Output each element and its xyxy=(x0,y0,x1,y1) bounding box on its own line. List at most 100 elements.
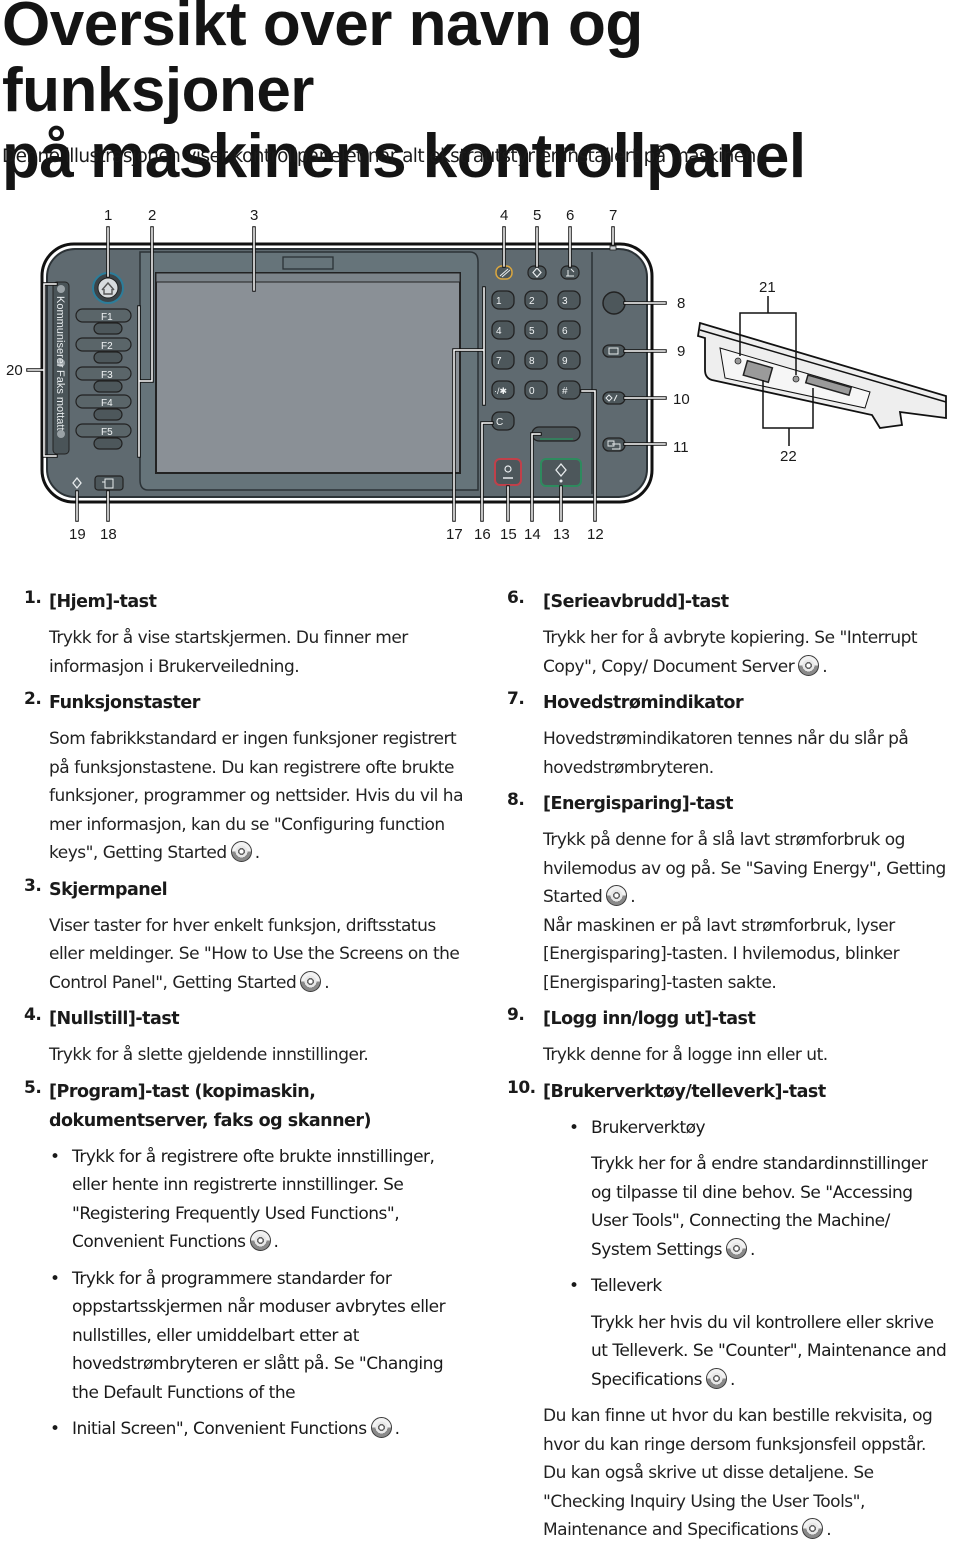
bullet-icon: • xyxy=(50,1268,60,1289)
callout-14: 14 xyxy=(524,526,541,543)
bullet-icon: • xyxy=(50,1419,60,1439)
svg-text:8: 8 xyxy=(529,356,535,367)
keypad-key[interactable]: 7 xyxy=(491,350,515,370)
callout-7: 7 xyxy=(609,207,617,224)
item-10-bullets: • Brukerverktøy xyxy=(507,1114,947,1143)
keypad-key[interactable]: 5 xyxy=(524,320,548,340)
item-5: 5. [Program]-tast (kopimaskin, dokuments… xyxy=(24,1078,469,1136)
item-number: 7. xyxy=(507,689,525,709)
callout-2: 2 xyxy=(148,207,156,224)
clear-key[interactable]: C xyxy=(491,411,515,431)
callout-6: 6 xyxy=(566,207,574,224)
item-2: 2. Funksjonstaster Som fabrikkstandard e… xyxy=(24,689,469,868)
cd-icon xyxy=(370,1417,392,1438)
item-4: 4. [Nullstill]-tast Trykk for å slette g… xyxy=(24,1005,469,1070)
panel-side-view xyxy=(696,321,947,429)
keypad-key[interactable]: 3 xyxy=(557,290,581,310)
subitem-description: Trykk her for å endre standardinnstillin… xyxy=(591,1154,928,1260)
callout-5: 5 xyxy=(533,207,541,224)
item-heading: [Program]-tast (kopimaskin, dokumentserv… xyxy=(49,1081,372,1131)
item-heading: [Serieavbrudd]-tast xyxy=(543,592,729,612)
svg-text:0: 0 xyxy=(529,386,535,397)
item-description-extra: Når maskinen er på lavt strømforbruk, ly… xyxy=(543,915,900,993)
callout-20: 20 xyxy=(6,362,23,379)
right-column: 6. [Serieavbrudd]-tast Trykk her for å a… xyxy=(507,588,947,1553)
item-number: 4. xyxy=(24,1005,42,1025)
keypad-key[interactable]: 9 xyxy=(557,350,581,370)
cd-icon xyxy=(798,654,820,676)
callout-21: 21 xyxy=(759,279,776,296)
callout-18: 18 xyxy=(100,526,117,543)
item-description: Som fabrikkstandard er ingen funksjoner … xyxy=(49,729,464,863)
home-key[interactable] xyxy=(97,277,119,299)
function-key-f1-label: F1 xyxy=(101,312,113,323)
cd-icon xyxy=(802,1518,824,1539)
keypad-key[interactable]: 2 xyxy=(524,290,548,310)
callout-11: 11 xyxy=(673,439,689,456)
svg-text:1: 1 xyxy=(496,296,502,307)
media-indicator-led-right xyxy=(792,375,800,383)
login-logout-key[interactable] xyxy=(602,344,626,358)
keypad-key[interactable]: 6 xyxy=(557,320,581,340)
keypad-key[interactable]: 8 xyxy=(524,350,548,370)
callout-8: 8 xyxy=(677,295,685,312)
start-indicator xyxy=(559,479,563,483)
callout-22: 22 xyxy=(780,448,797,465)
keypad-key[interactable]: ·/✱ xyxy=(491,380,515,400)
item-heading: [Energisparing]-tast xyxy=(543,794,734,814)
cd-icon xyxy=(706,1367,728,1389)
svg-text:2: 2 xyxy=(529,296,535,307)
item-heading: Skjermpanel xyxy=(49,879,168,900)
item-heading: [Logg inn/logg ut]-tast xyxy=(543,1009,756,1029)
svg-text:3: 3 xyxy=(562,296,568,307)
bullet-item: • Initial Screen", Convenient Functions. xyxy=(24,1415,469,1444)
keypad-key[interactable]: 4 xyxy=(491,320,515,340)
svg-text:·/✱: ·/✱ xyxy=(494,386,507,396)
item-9: 9. [Logg inn/logg ut]-tast Trykk denne f… xyxy=(507,1005,947,1070)
item-footer: Du kan finne ut hvor du kan bestille rek… xyxy=(543,1406,933,1540)
bullet-icon: • xyxy=(569,1117,579,1138)
main-power-indicator xyxy=(609,245,617,251)
cd-icon xyxy=(726,1237,748,1259)
function-key-f4-label: F4 xyxy=(101,398,113,409)
keypad-key[interactable]: 1 xyxy=(491,290,515,310)
function-key-f3-label: F3 xyxy=(101,370,113,381)
callout-19: 19 xyxy=(69,526,86,543)
interrupt-key[interactable] xyxy=(560,265,580,280)
indicator-storage-led xyxy=(57,430,65,438)
svg-text:7: 7 xyxy=(496,356,502,367)
indicator-communicating-led xyxy=(57,285,65,293)
bullet-item: • Trykk for å programmere standarder for … xyxy=(24,1265,469,1408)
item-7: 7. Hovedstrømindikator Hovedstrømindikat… xyxy=(507,689,947,782)
bullet-icon: • xyxy=(50,1146,60,1167)
svg-text:#: # xyxy=(562,386,568,397)
item-description: Trykk på denne for å slå lavt strømforbr… xyxy=(543,830,946,907)
energy-saver-key[interactable] xyxy=(602,291,626,315)
item-10-bullets-2: • Telleverk xyxy=(507,1272,947,1301)
item-heading: [Hjem]-tast xyxy=(49,592,157,612)
item-number: 5. xyxy=(24,1077,42,1098)
item-number: 2. xyxy=(24,689,42,709)
item-10: 10. [Brukerverktøy/telleverk]-tast • Bruk… xyxy=(507,1078,947,1545)
keypad-key[interactable]: 0 xyxy=(524,380,548,400)
keypad-key[interactable]: # xyxy=(557,380,581,400)
item-number: 10. xyxy=(507,1077,536,1098)
callout-13: 13 xyxy=(553,526,570,543)
item-6: 6. [Serieavbrudd]-tast Trykk her for å a… xyxy=(507,588,947,681)
callout-1: 1 xyxy=(104,207,112,224)
left-column: 1. [Hjem]-tast Trykk for å vise startskj… xyxy=(24,588,469,1452)
item-number: 3. xyxy=(24,875,42,896)
function-key-f2-label: F2 xyxy=(101,341,113,352)
touch-screen[interactable] xyxy=(155,272,461,474)
media-indicator-led-left xyxy=(734,357,742,365)
item-heading: [Brukerverktøy/telleverk]-tast xyxy=(543,1081,826,1102)
item-description: Trykk her for å avbryte kopiering. Se "I… xyxy=(543,628,918,677)
callout-9: 9 xyxy=(677,343,685,360)
callout-4: 4 xyxy=(500,207,508,224)
bullet-item: • Trykk for å registrere ofte brukte inns… xyxy=(24,1143,469,1257)
callout-12: 12 xyxy=(587,526,604,543)
item-description: Trykk for å vise startskjermen. Du finne… xyxy=(49,628,408,677)
callout-3: 3 xyxy=(250,207,258,224)
cd-icon xyxy=(606,885,628,906)
item-description: Trykk for å slette gjeldende innstilling… xyxy=(49,1045,369,1065)
